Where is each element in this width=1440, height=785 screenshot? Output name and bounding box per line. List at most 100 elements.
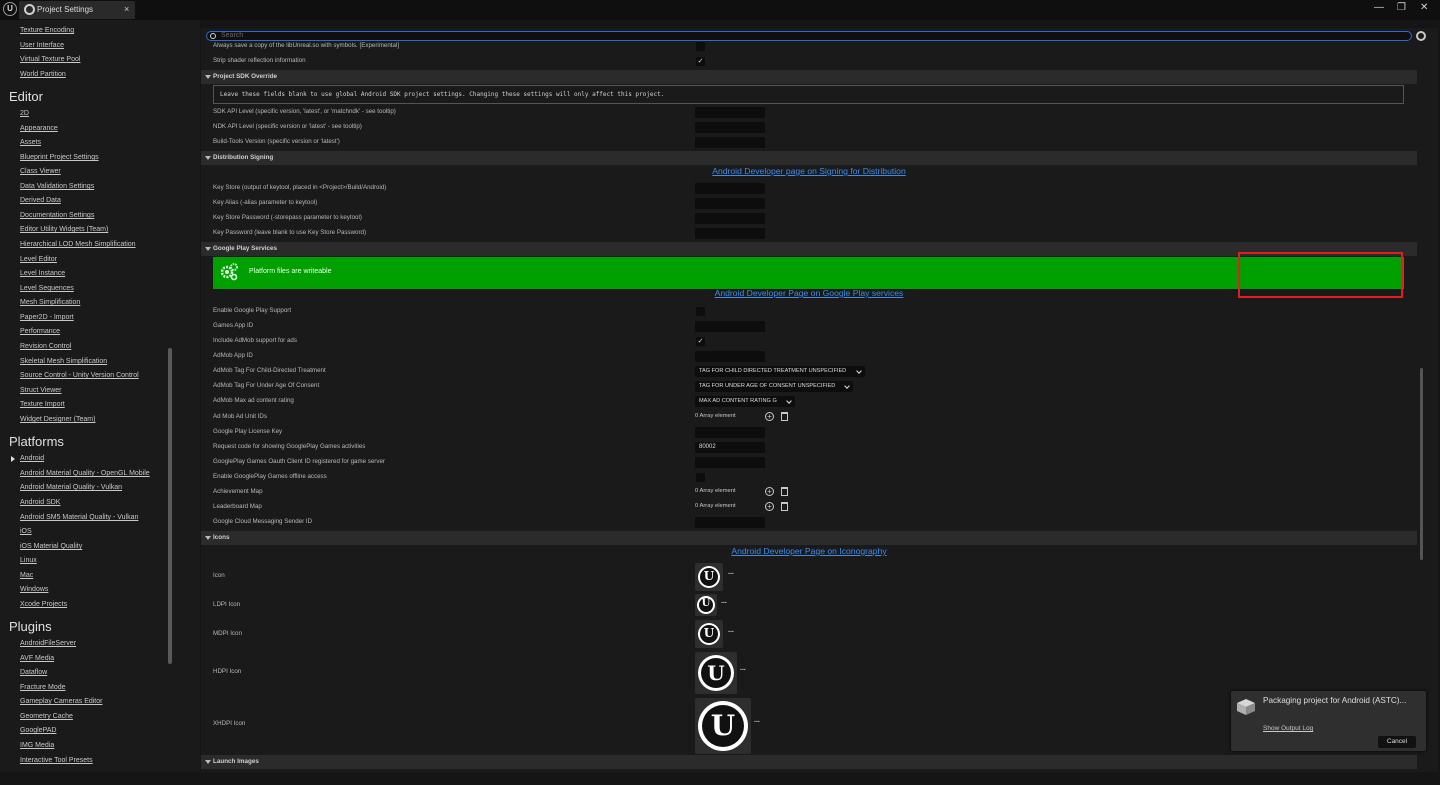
offline-access-checkbox[interactable]	[696, 473, 705, 482]
request-code-input[interactable]: 80002	[695, 442, 765, 453]
sidebar-item-blueprint-project-settings[interactable]: Blueprint Project Settings	[20, 154, 99, 161]
sidebar-item-paper2d-import[interactable]: Paper2D - Import	[20, 314, 74, 321]
mdpi-icon-preview[interactable]: U	[695, 620, 723, 648]
sidebar-item-skeletal-mesh-simplification[interactable]: Skeletal Mesh Simplification	[20, 358, 107, 365]
category-launch-images[interactable]: Launch Images	[201, 755, 1417, 769]
sdk-api-input[interactable]	[695, 107, 765, 118]
sidebar-item-mesh-simplification[interactable]: Mesh Simplification	[20, 299, 80, 306]
key-alias-input[interactable]	[695, 198, 765, 209]
sidebar-item-android-sm5-mq-vulkan[interactable]: Android SM5 Material Quality - Vulkan	[20, 514, 138, 521]
show-output-log-link[interactable]: Show Output Log	[1263, 725, 1313, 732]
gcm-sender-input[interactable]	[695, 517, 765, 528]
trash-icon[interactable]	[781, 502, 788, 511]
category-google-play-services[interactable]: Google Play Services	[201, 242, 1417, 256]
sidebar-item-img-media[interactable]: IMG Media	[20, 742, 54, 749]
ndk-api-input[interactable]	[695, 122, 765, 133]
link-text[interactable]: Android Developer Page on Google Play se…	[715, 288, 904, 298]
close-window-icon[interactable]: ✕	[1420, 2, 1428, 13]
signing-doc-link[interactable]: Android Developer page on Signing for Di…	[201, 166, 1417, 176]
sidebar-item-dataflow[interactable]: Dataflow	[20, 669, 47, 676]
sidebar-item-mac[interactable]: Mac	[20, 572, 33, 579]
key-store-password-input[interactable]	[695, 213, 765, 224]
sidebar-item-world-partition[interactable]: World Partition	[20, 71, 66, 78]
add-element-icon[interactable]: +	[765, 502, 774, 511]
sidebar-item-hlod-mesh-simplification[interactable]: Hierarchical LOD Mesh Simplification	[20, 241, 136, 248]
sidebar-item-android-mq-opengl[interactable]: Android Material Quality - OpenGL Mobile	[20, 470, 150, 477]
category-distribution-signing[interactable]: Distribution Signing	[201, 151, 1417, 165]
sidebar-item-user-interface[interactable]: User Interface	[20, 42, 64, 49]
sidebar-item-androidfileserver[interactable]: AndroidFileServer	[20, 640, 76, 647]
trash-icon[interactable]	[781, 412, 788, 421]
oauth-client-id-input[interactable]	[695, 457, 765, 468]
admob-child-dropdown[interactable]: TAG FOR CHILD DIRECTED TREATMENT UNSPECI…	[695, 366, 865, 377]
category-project-sdk-override[interactable]: Project SDK Override	[201, 70, 1417, 84]
sidebar-item-level-editor[interactable]: Level Editor	[20, 256, 57, 263]
sidebar-item-2d[interactable]: 2D	[20, 110, 29, 117]
sidebar-item-level-instance[interactable]: Level Instance	[20, 270, 65, 277]
sidebar-item-performance[interactable]: Performance	[20, 328, 60, 335]
include-admob-checkbox[interactable]: ✓	[696, 337, 705, 346]
build-tools-input[interactable]	[695, 137, 765, 148]
sidebar-item-linux[interactable]: Linux	[20, 557, 37, 564]
sidebar-item-texture-encoding[interactable]: Texture Encoding	[20, 27, 74, 34]
sidebar-item-level-sequences[interactable]: Level Sequences	[20, 285, 74, 292]
sidebar-scrollbar[interactable]	[168, 348, 172, 664]
icon-browse-button[interactable]: ...	[728, 569, 734, 576]
icon-preview[interactable]: U	[695, 563, 723, 591]
sidebar-item-derived-data[interactable]: Derived Data	[20, 197, 61, 204]
sidebar-item-xcode-projects[interactable]: Xcode Projects	[20, 601, 67, 608]
sidebar-item-fracture-mode[interactable]: Fracture Mode	[20, 684, 66, 691]
sidebar-item-ios-mq[interactable]: iOS Material Quality	[20, 543, 82, 550]
sidebar-item-editor-utility-widgets[interactable]: Editor Utility Widgets (Team)	[20, 226, 108, 233]
games-app-id-input[interactable]	[695, 321, 765, 332]
admob-rating-dropdown[interactable]: MAX AD CONTENT RATING G	[695, 396, 795, 407]
sidebar-item-source-control-uvc[interactable]: Source Control - Unity Version Control	[20, 372, 139, 379]
sidebar-item-avf-media[interactable]: AVF Media	[20, 655, 54, 662]
ldpi-icon-preview[interactable]: U	[695, 594, 717, 616]
admob-underage-dropdown[interactable]: TAG FOR UNDER AGE OF CONSENT UNSPECIFIED	[695, 381, 853, 392]
link-text[interactable]: Android Developer Page on Iconography	[731, 546, 886, 556]
tab-close-icon[interactable]: ×	[124, 4, 129, 14]
ldpi-browse-button[interactable]: ...	[721, 598, 727, 605]
license-key-input[interactable]	[695, 427, 765, 438]
admob-app-id-input[interactable]	[695, 351, 765, 362]
sidebar-item-data-validation[interactable]: Data Validation Settings	[20, 183, 94, 190]
link-text[interactable]: Android Developer page on Signing for Di…	[712, 166, 905, 176]
sidebar-item-ios[interactable]: iOS	[20, 528, 32, 535]
sidebar-item-struct-viewer[interactable]: Struct Viewer	[20, 387, 62, 394]
add-element-icon[interactable]: +	[765, 412, 774, 421]
sidebar-item-assets[interactable]: Assets	[20, 139, 41, 146]
minimize-icon[interactable]: —	[1374, 2, 1384, 13]
key-store-input[interactable]	[695, 183, 765, 194]
sidebar-item-widget-designer[interactable]: Widget Designer (Team)	[20, 416, 95, 423]
xhdpi-browse-button[interactable]: ...	[754, 717, 760, 724]
add-element-icon[interactable]: +	[765, 487, 774, 496]
key-password-input[interactable]	[695, 228, 765, 239]
sidebar-item-interactive-tool-presets[interactable]: Interactive Tool Presets	[20, 757, 93, 764]
sidebar-item-android[interactable]: Android	[20, 455, 44, 462]
cancel-button[interactable]: Cancel	[1378, 736, 1416, 748]
sidebar-item-android-sdk[interactable]: Android SDK	[20, 499, 60, 506]
settings-gear-icon[interactable]	[1416, 31, 1426, 41]
xhdpi-icon-preview[interactable]: U	[695, 698, 751, 754]
iconography-doc-link[interactable]: Android Developer Page on Iconography	[201, 546, 1417, 556]
google-play-doc-link[interactable]: Android Developer Page on Google Play se…	[201, 288, 1417, 298]
sidebar-item-gameplay-cameras-editor[interactable]: Gameplay Cameras Editor	[20, 698, 102, 705]
hdpi-icon-preview[interactable]: U	[695, 652, 737, 694]
save-symbols-checkbox[interactable]	[696, 42, 705, 51]
enable-gps-checkbox[interactable]	[696, 307, 705, 316]
sidebar-item-googlepad[interactable]: GooglePAD	[20, 727, 56, 734]
details-scrollbar[interactable]	[1420, 368, 1423, 560]
hdpi-browse-button[interactable]: ...	[740, 665, 746, 672]
sidebar-item-geometry-cache[interactable]: Geometry Cache	[20, 713, 73, 720]
sidebar-item-revision-control[interactable]: Revision Control	[20, 343, 71, 350]
sidebar-item-texture-import[interactable]: Texture Import	[20, 401, 65, 408]
sidebar-item-android-mq-vulkan[interactable]: Android Material Quality - Vulkan	[20, 484, 122, 491]
sidebar-item-documentation[interactable]: Documentation Settings	[20, 212, 94, 219]
sidebar-item-windows[interactable]: Windows	[20, 586, 48, 593]
sidebar-item-class-viewer[interactable]: Class Viewer	[20, 168, 61, 175]
strip-shader-checkbox[interactable]: ✓	[696, 57, 705, 66]
category-icons[interactable]: Icons	[201, 531, 1417, 545]
tab-project-settings[interactable]: Project Settings ×	[19, 1, 135, 19]
sidebar-item-virtual-texture-pool[interactable]: Virtual Texture Pool	[20, 56, 80, 63]
